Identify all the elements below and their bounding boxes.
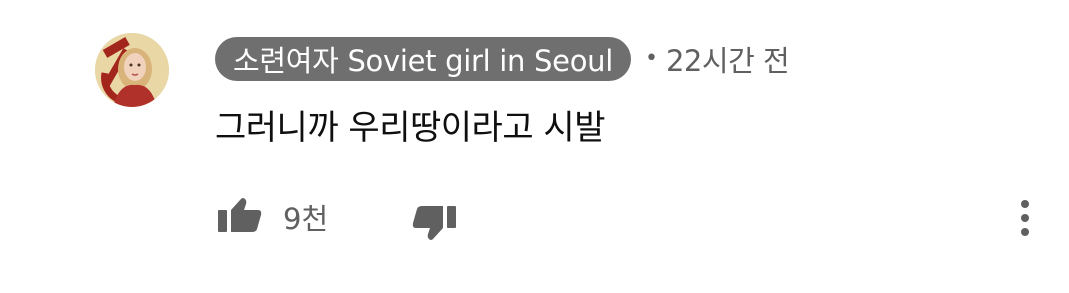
thumbs-up-icon <box>218 198 262 232</box>
comment-header: 소련여자 Soviet girl in Seoul • 22시간 전 <box>215 37 790 81</box>
comment-item: 소련여자 Soviet girl in Seoul • 22시간 전 그러니까 … <box>0 0 1069 293</box>
author-name-chip[interactable]: 소련여자 Soviet girl in Seoul <box>215 37 631 81</box>
avatar-image <box>95 33 169 107</box>
comment-timestamp[interactable]: 22시간 전 <box>666 38 790 80</box>
like-count: 9천 <box>283 202 329 236</box>
dislike-button[interactable] <box>409 202 459 248</box>
comment-text: 그러니까 우리땅이라고 시발 <box>215 108 605 148</box>
more-vertical-icon <box>1021 200 1029 236</box>
comment-actions: 9천 <box>215 192 1065 242</box>
more-options-button[interactable] <box>1010 194 1040 242</box>
meta-separator: • <box>645 46 658 71</box>
author-avatar[interactable] <box>95 33 169 107</box>
like-button[interactable] <box>215 194 265 238</box>
thumbs-down-icon <box>412 206 456 240</box>
